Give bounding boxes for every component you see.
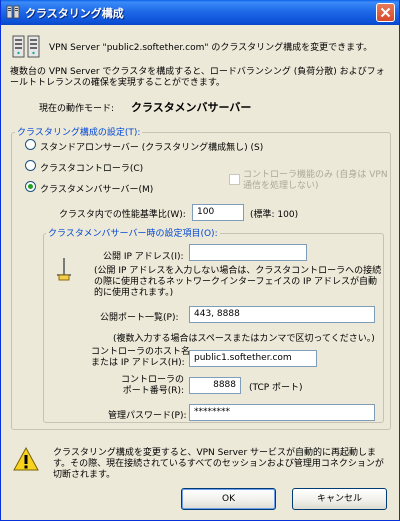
performance-ratio-input[interactable]: 100 (192, 204, 244, 221)
current-mode-value: クラスタメンバサーバー (131, 101, 252, 114)
cluster-config-window: クラスタリング構成 VPN Server "public2.softether.… (0, 0, 400, 521)
performance-ratio-note: (標準: 100) (250, 210, 299, 220)
member-radio[interactable] (25, 181, 36, 192)
controller-port-label: コントローラの ポート番号(R): (91, 375, 184, 397)
controller-port-input[interactable]: 8888 (189, 377, 241, 394)
controller-port-label-line1: コントローラの (120, 375, 184, 385)
title-bar[interactable]: クラスタリング構成 (1, 0, 399, 25)
controller-only-checkbox[interactable] (229, 174, 240, 185)
cluster-settings-legend: クラスタリング構成の設定(T): (15, 125, 143, 138)
controller-radio[interactable] (25, 160, 36, 171)
close-icon (380, 7, 391, 18)
controller-host-label-line2: または IP アドレス(H): (91, 358, 185, 368)
current-mode-label: 現在の動作モード: (39, 104, 115, 114)
public-ports-input[interactable]: 443, 8888 (189, 306, 375, 323)
admin-password-input[interactable]: ******** (189, 404, 375, 421)
cluster-servers-icon (12, 35, 40, 58)
cluster-intro-text: 複数台の VPN Server でクラスタを構成すると、ロードバランシング (負… (10, 67, 385, 88)
restart-warning-text: クラスタリング構成を変更すると、VPN Server サービスが自動的に再起動し… (53, 448, 384, 480)
controller-port-note: (TCP ポート) (249, 383, 303, 393)
controller-only-label[interactable]: コントローラ機能のみ (自身は VPN 通信を処理しない) (243, 170, 388, 192)
cancel-button[interactable]: キャンセル (292, 488, 387, 510)
server-icon (6, 5, 20, 19)
standalone-label[interactable]: スタンドアロンサーバー (クラスタリング構成無し) (S) (40, 140, 263, 153)
public-ip-label: 公開 IP アドレス(I): (103, 252, 184, 262)
controller-label[interactable]: クラスタコントローラ(C) (40, 161, 143, 174)
ok-button[interactable]: OK (181, 488, 276, 510)
warning-icon (13, 447, 39, 471)
public-ports-label: 公開ポート一覧(P): (100, 313, 179, 323)
window-title: クラスタリング構成 (25, 7, 124, 20)
close-button[interactable] (376, 3, 395, 22)
performance-ratio-label: クラスタ内での性能基準比(W): (59, 210, 186, 220)
admin-password-label: 管理パスワード(P): (108, 411, 187, 421)
controller-port-label-line2: ポート番号(R): (122, 386, 184, 396)
member-settings-legend: クラスタメンバサーバー時の設定項目(O): (46, 226, 220, 239)
standalone-radio[interactable] (25, 139, 36, 150)
network-icon (57, 258, 71, 281)
public-ip-note: (公開 IP アドレスを入力しない場合は、クラスタコントローラへの接続の際に使用… (94, 266, 382, 298)
public-ip-input[interactable] (189, 244, 307, 261)
controller-host-label-line1: コントローラのホスト名 (91, 347, 191, 357)
controller-host-input[interactable]: public1.softether.com (189, 350, 317, 367)
public-ports-note: (複数入力する場合はスペースまたはカンマで区切ってください。) (113, 334, 375, 344)
server-description: VPN Server "public2.softether.com" のクラスタ… (49, 43, 373, 53)
controller-host-label: コントローラのホスト名 または IP アドレス(H): (91, 347, 191, 369)
radio-selected-dot (28, 184, 33, 189)
member-label[interactable]: クラスタメンバサーバー(M) (40, 182, 153, 195)
